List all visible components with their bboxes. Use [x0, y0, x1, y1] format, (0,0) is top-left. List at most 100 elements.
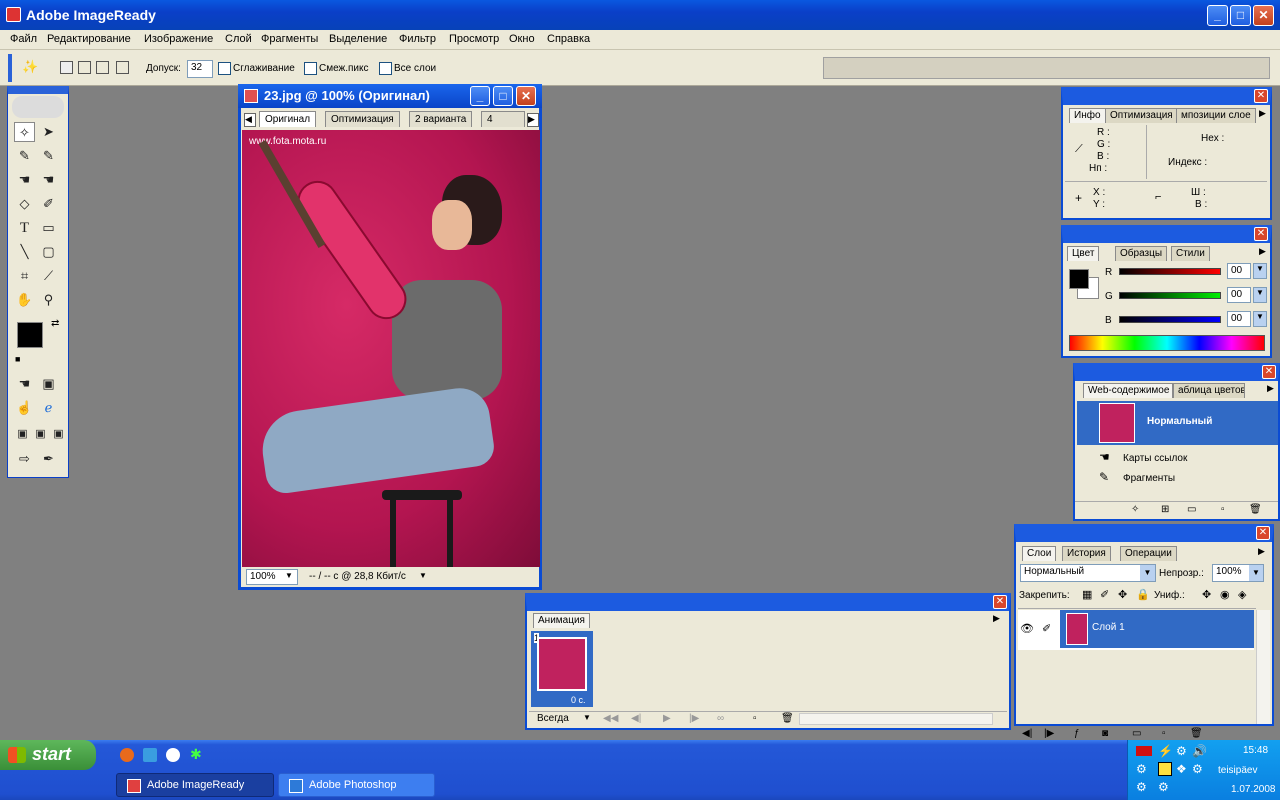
animation-close-icon[interactable]: ✕ [993, 595, 1007, 609]
all-layers-checkbox[interactable] [379, 62, 392, 75]
photoshop-feather-icon[interactable]: ✒ [38, 449, 59, 469]
volume-icon[interactable]: 🔊 [1192, 744, 1207, 758]
info-close-icon[interactable]: ✕ [1254, 89, 1268, 103]
close-button[interactable]: ✕ [1253, 5, 1274, 26]
menu-window[interactable]: Окно [509, 33, 535, 45]
layer-row[interactable]: Слой 1 [1060, 610, 1254, 648]
green-slider[interactable] [1119, 292, 1221, 299]
info-menu-icon[interactable]: ▶ [1259, 108, 1266, 119]
task-photoshop[interactable]: Adobe Photoshop [278, 773, 435, 797]
firefox-icon[interactable] [120, 748, 134, 762]
tab-optimized[interactable]: Оптимизация [325, 111, 400, 127]
layers-scrollbar[interactable] [1256, 610, 1270, 724]
menu-file[interactable]: Файл [10, 33, 37, 45]
tab-original[interactable]: Оригинал [259, 111, 317, 127]
animation-scrollbar[interactable] [799, 713, 993, 725]
magic-wand-icon[interactable]: ✨ [22, 59, 42, 77]
loop-select[interactable]: Всегда [537, 713, 569, 724]
tab-layers[interactable]: Слои [1022, 546, 1057, 561]
magic-wand-tool-icon[interactable]: ✧ [14, 122, 35, 142]
swap-colors-icon[interactable]: ⇄ [51, 318, 59, 329]
subtract-selection-icon[interactable] [96, 61, 109, 74]
menu-select[interactable]: Выделение [329, 33, 387, 45]
opacity-dropdown-icon[interactable]: ▼ [1249, 565, 1263, 581]
web-grid-icon[interactable]: ⊞ [1161, 504, 1169, 515]
red-slider[interactable] [1119, 268, 1221, 275]
web-item-image-maps[interactable]: Карты ссылок [1123, 453, 1187, 464]
tray-icon-8[interactable]: ⚙ [1192, 762, 1203, 776]
lock-position-icon[interactable]: ✥ [1118, 588, 1127, 601]
quicklaunch-icon-4[interactable]: ✱ [190, 746, 202, 763]
menu-edit[interactable]: Редактирование [47, 33, 131, 45]
blue-input[interactable]: 00 [1227, 311, 1251, 327]
layer-visibility-icon[interactable]: 👁 [1020, 622, 1034, 635]
tab-web-content[interactable]: Web-содержимое [1083, 383, 1173, 398]
status-dropdown-icon[interactable]: ▼ [419, 571, 427, 580]
clock-time[interactable]: 15:48 [1243, 745, 1268, 756]
ati-icon[interactable] [1136, 746, 1152, 756]
screen-mode-full-icon[interactable]: ▣ [48, 424, 69, 444]
blue-slider[interactable] [1119, 316, 1221, 323]
color-menu-icon[interactable]: ▶ [1259, 246, 1266, 257]
web-item-normal[interactable]: Нормальный [1077, 401, 1278, 445]
color-close-icon[interactable]: ✕ [1254, 227, 1268, 241]
tab-color[interactable]: Цвет [1067, 246, 1100, 261]
rollover-preview-icon[interactable]: ☝ [14, 398, 35, 418]
tab-swatches[interactable]: Образцы [1115, 246, 1168, 261]
menu-layer[interactable]: Слой [225, 33, 252, 45]
tray-icon-3[interactable]: ⚙ [1176, 744, 1187, 758]
tray-icon-5[interactable]: ⚙ [1136, 762, 1147, 776]
tray-icon-2[interactable]: ⚡ [1158, 744, 1173, 758]
image-map-visibility-icon[interactable]: ☚ [14, 374, 35, 394]
menu-slices[interactable]: Фрагменты [261, 33, 318, 45]
layers-menu-icon[interactable]: ▶ [1258, 546, 1265, 557]
tab-scroll-left-icon[interactable]: ◀ [244, 113, 256, 127]
feather-logo-icon[interactable] [12, 96, 64, 118]
maximize-button[interactable]: □ [1230, 5, 1251, 26]
start-button[interactable]: start [0, 740, 96, 770]
doc-minimize-button[interactable]: _ [470, 86, 490, 106]
tray-icon-6[interactable] [1158, 762, 1172, 776]
move-tool-icon[interactable]: ➤ [38, 122, 59, 142]
tray-icon-9[interactable]: ⚙ [1136, 780, 1147, 794]
line-tool-icon[interactable]: ╲ [14, 242, 35, 262]
web-close-icon[interactable]: ✕ [1262, 365, 1276, 379]
slice-tool-icon[interactable]: ✎ [14, 146, 35, 166]
tab-history[interactable]: История [1062, 546, 1111, 561]
default-colors-icon[interactable]: ■ [15, 354, 20, 364]
media-player-icon[interactable] [166, 748, 180, 762]
minimize-button[interactable]: _ [1207, 5, 1228, 26]
color-fg-swatch[interactable] [1069, 269, 1089, 289]
delete-layer-icon[interactable]: 🗑 [1190, 728, 1203, 739]
red-dropdown-icon[interactable]: ▼ [1253, 263, 1267, 279]
jump-to-photoshop-icon[interactable]: ⇨ [14, 449, 35, 469]
tab-scroll-right-icon[interactable]: ▶ [527, 113, 539, 127]
tab-actions[interactable]: Операции [1120, 546, 1177, 561]
blend-mode-select[interactable]: Нормальный [1020, 564, 1156, 582]
menu-image[interactable]: Изображение [144, 33, 213, 45]
web-trash-icon[interactable]: 🗑 [1249, 504, 1262, 515]
unify-position-icon[interactable]: ✥ [1202, 588, 1211, 601]
foreground-color-swatch[interactable] [17, 322, 43, 348]
doc-maximize-button[interactable]: □ [493, 86, 513, 106]
layer-group-icon[interactable]: ▭ [1132, 728, 1141, 739]
duplicate-frame-icon[interactable]: ▫ [753, 713, 757, 724]
prev-frame-icon[interactable]: ◀| [631, 713, 641, 724]
layer-style-icon[interactable]: ƒ [1074, 728, 1080, 739]
unify-style-icon[interactable]: ◈ [1238, 588, 1246, 601]
menu-help[interactable]: Справка [547, 33, 590, 45]
tab-styles[interactable]: Стили [1171, 246, 1210, 261]
crop-tool-icon[interactable]: ⌗ [14, 266, 35, 286]
layer-next-icon[interactable]: |▶ [1044, 728, 1054, 739]
web-menu-icon[interactable]: ▶ [1267, 383, 1274, 394]
antialias-checkbox[interactable] [218, 62, 231, 75]
blue-dropdown-icon[interactable]: ▼ [1253, 311, 1267, 327]
animation-frame[interactable]: 1 0 с. [531, 631, 593, 707]
slice-visibility-icon[interactable]: ▣ [38, 374, 59, 394]
add-selection-icon[interactable] [78, 61, 91, 74]
zoom-dropdown-icon[interactable]: ▼ [285, 571, 293, 580]
preview-in-browser-icon[interactable]: ℯ [38, 398, 59, 418]
lock-transparency-icon[interactable]: ▦ [1082, 588, 1092, 601]
rounded-rect-tool-icon[interactable]: ▢ [38, 242, 59, 262]
delete-frame-icon[interactable]: 🗑 [781, 713, 794, 724]
